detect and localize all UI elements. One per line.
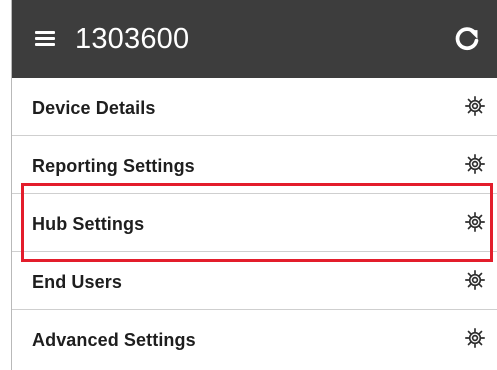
gear-icon <box>465 270 485 290</box>
menu-line <box>35 37 55 40</box>
settings-row-label: Hub Settings <box>32 214 145 234</box>
settings-row-reporting-settings[interactable]: Reporting Settings <box>12 136 497 194</box>
device-id-title: 1303600 <box>75 23 190 55</box>
settings-list: Device Details Reporting Settings Hub Se… <box>12 78 497 370</box>
settings-row-label: Device Details <box>32 98 156 118</box>
hamburger-menu-icon[interactable] <box>35 31 55 47</box>
settings-row-label: End Users <box>32 272 122 292</box>
refresh-icon[interactable] <box>453 24 481 52</box>
gear-icon <box>465 212 485 232</box>
app-header: 1303600 <box>12 0 497 78</box>
settings-row-advanced-settings[interactable]: Advanced Settings <box>12 310 497 370</box>
device-settings-screen: 1303600 Device Details Reporting Setting… <box>11 0 497 370</box>
gear-icon <box>465 96 485 116</box>
settings-row-hub-settings[interactable]: Hub Settings <box>12 194 497 252</box>
settings-row-label: Reporting Settings <box>32 156 195 176</box>
gear-icon <box>465 154 485 174</box>
gear-icon <box>465 328 485 348</box>
menu-line <box>35 43 55 46</box>
menu-line <box>35 31 55 34</box>
settings-row-end-users[interactable]: End Users <box>12 252 497 310</box>
settings-row-device-details[interactable]: Device Details <box>12 78 497 136</box>
settings-row-label: Advanced Settings <box>32 330 196 350</box>
